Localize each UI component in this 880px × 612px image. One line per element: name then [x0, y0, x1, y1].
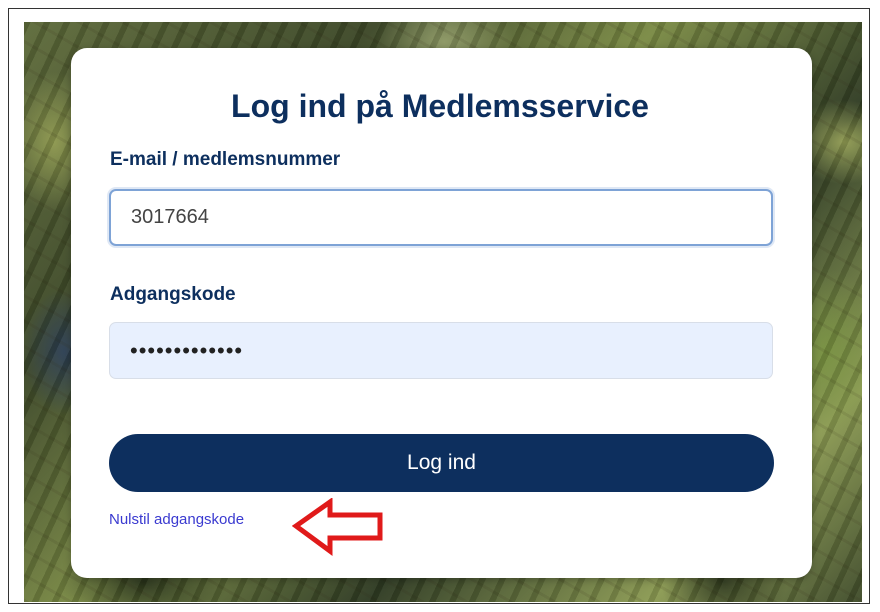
login-button[interactable]: Log ind [109, 434, 774, 492]
login-card [71, 48, 812, 578]
email-label: E-mail / medlemsnummer [110, 149, 341, 170]
page-title: Log ind på Medlemsservice [231, 88, 649, 124]
email-field[interactable] [109, 189, 773, 246]
password-field[interactable] [109, 322, 773, 379]
reset-password-link[interactable]: Nulstil adgangskode [109, 511, 244, 528]
password-label: Adgangskode [110, 284, 236, 305]
red-arrow-left-icon [292, 498, 383, 556]
